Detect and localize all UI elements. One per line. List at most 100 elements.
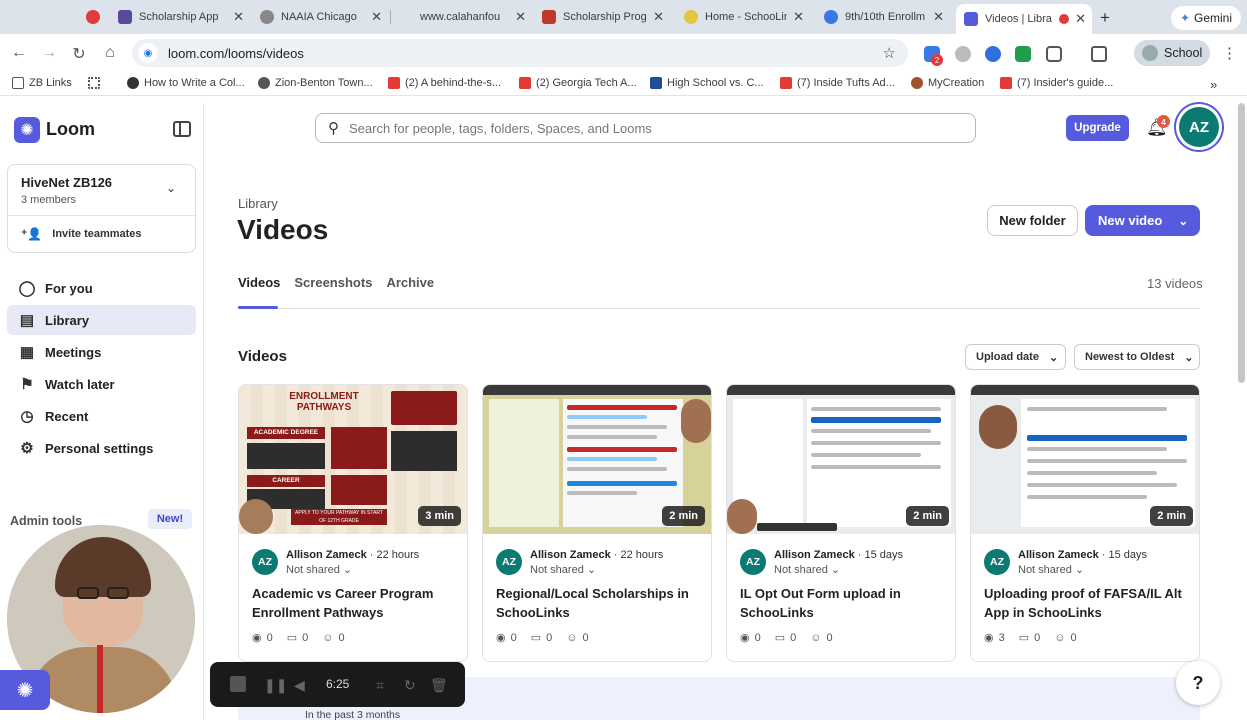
home-icon[interactable]: ⌂	[101, 44, 119, 62]
video-title[interactable]: Academic vs Career Program Enrollment Pa…	[252, 584, 457, 622]
sidebar-item-for-you[interactable]: ◯ For you	[7, 273, 196, 303]
video-stats: ◉ 0 ▭ 0 ☺ 0	[740, 631, 833, 645]
video-title[interactable]: IL Opt Out Form upload in SchooLinks	[740, 584, 945, 622]
video-title[interactable]: Regional/Local Scholarships in SchooLink…	[496, 584, 701, 622]
video-thumbnail[interactable]: ENROLLMENT PATHWAYS ACADEMIC DEGREE CARE…	[239, 385, 467, 534]
loom-record-icon[interactable]: ✺	[0, 670, 50, 710]
bookmark-item[interactable]: High School vs. C...	[650, 77, 764, 89]
collapse-sidebar-icon[interactable]	[173, 121, 191, 137]
workspace-switcher[interactable]: HiveNet ZB126 3 members ⌄ ⁺👤 Invite team…	[7, 164, 196, 253]
extension-icon[interactable]	[985, 46, 1001, 62]
puzzle-extensions-icon[interactable]	[1046, 46, 1062, 62]
address-bar[interactable]: ◉ loom.com/looms/videos ☆	[132, 39, 908, 67]
tab-label: Home - SchooLinks	[705, 11, 788, 23]
sharing-dropdown[interactable]: Not shared ⌄	[774, 563, 840, 576]
close-icon[interactable]: ✕	[233, 9, 244, 25]
reload-icon[interactable]: ↻	[70, 44, 88, 64]
sidebar-item-personal-settings[interactable]: ⚙ Personal settings	[7, 433, 196, 463]
pause-icon[interactable]: ❚❚	[264, 677, 287, 694]
sort-field-dropdown[interactable]: Upload date ⌄	[965, 344, 1066, 370]
mute-icon[interactable]: ◀	[294, 677, 305, 694]
more-bookmarks-icon[interactable]: »	[1210, 77, 1217, 92]
video-thumbnail[interactable]: 2 min	[727, 385, 955, 534]
upgrade-button[interactable]: Upgrade	[1066, 115, 1129, 141]
help-button[interactable]: ?	[1176, 661, 1220, 705]
sidebar-item-watch-later[interactable]: ⚑ Watch later	[7, 369, 196, 399]
apps-grid-icon[interactable]	[88, 77, 100, 89]
side-panel-icon[interactable]	[1091, 46, 1107, 62]
sharing-dropdown[interactable]: Not shared ⌄	[530, 563, 596, 576]
browser-tab-recording[interactable]	[78, 4, 106, 30]
browser-tab[interactable]: NAAIA Chicago ✕	[252, 4, 388, 30]
chevron-down-icon: ⌄	[830, 564, 841, 576]
bookmark-item[interactable]: MyCreation	[911, 77, 984, 89]
new-folder-button[interactable]: New folder	[987, 205, 1078, 236]
browser-tab[interactable]: www.calahanfou ✕	[412, 4, 532, 30]
page-scrollbar[interactable]	[1238, 103, 1245, 383]
extension-icon[interactable]	[955, 46, 971, 62]
tab-archive[interactable]: Archive	[386, 275, 434, 290]
close-icon[interactable]: ✕	[1075, 11, 1086, 27]
bookmark-item[interactable]: (2) A behind-the-s...	[388, 77, 501, 89]
browser-tab[interactable]: Scholarship Prog ✕	[534, 4, 670, 30]
video-thumbnail[interactable]: 2 min	[483, 385, 711, 534]
loom-logo-icon[interactable]: ✺	[14, 117, 40, 143]
tab-screenshots[interactable]: Screenshots	[294, 275, 372, 290]
sharing-status: Not shared	[530, 564, 584, 576]
close-icon[interactable]: ✕	[653, 9, 664, 25]
close-icon[interactable]: ✕	[793, 9, 804, 25]
bookmark-item[interactable]: (2) Georgia Tech A...	[519, 77, 637, 89]
browser-menu-icon[interactable]: ⋮	[1222, 44, 1237, 62]
close-icon[interactable]: ✕	[515, 9, 526, 25]
comment-icon: ▭	[530, 632, 542, 644]
gemini-button[interactable]: ✦ Gemini	[1171, 6, 1241, 30]
bookmark-item[interactable]: (7) Inside Tufts Ad...	[780, 77, 895, 89]
close-icon[interactable]: ✕	[371, 9, 382, 25]
browser-tab[interactable]: Scholarship App ✕	[110, 4, 250, 30]
site-info-icon[interactable]: ◉	[138, 43, 158, 63]
sharing-dropdown[interactable]: Not shared ⌄	[286, 563, 352, 576]
sidebar-item-library[interactable]: ▤ Library	[7, 305, 196, 335]
browser-tab[interactable]: 9th/10th Enrollm ✕	[816, 4, 950, 30]
forward-icon[interactable]: →	[40, 44, 58, 62]
back-icon[interactable]: ←	[10, 44, 28, 62]
sharing-dropdown[interactable]: Not shared ⌄	[1018, 563, 1084, 576]
video-card[interactable]: 2 min AZ Allison Zameck · 15 days Not sh…	[726, 384, 956, 662]
notification-count: 4	[1157, 115, 1170, 128]
bookmark-item[interactable]: Zion-Benton Town...	[258, 77, 373, 89]
profile-chip[interactable]: School	[1134, 40, 1210, 66]
video-card[interactable]: 2 min AZ Allison Zameck · 22 hours Not s…	[482, 384, 712, 662]
extension-icon[interactable]	[1015, 46, 1031, 62]
brand-name[interactable]: Loom	[46, 119, 95, 140]
browser-tab[interactable]: Home - SchooLinks ✕	[676, 4, 810, 30]
chevron-down-icon[interactable]: ⌄	[166, 181, 176, 195]
bookmark-item[interactable]: How to Write a Col...	[127, 77, 245, 89]
new-tab-icon[interactable]: +	[1100, 8, 1110, 28]
video-card[interactable]: ENROLLMENT PATHWAYS ACADEMIC DEGREE CARE…	[238, 384, 468, 662]
breadcrumb[interactable]: Library	[238, 196, 278, 211]
close-icon[interactable]: ✕	[933, 9, 944, 25]
drawing-icon[interactable]: ⌗	[376, 677, 384, 694]
new-video-button[interactable]: New video ⌄	[1085, 205, 1200, 236]
sort-order-dropdown[interactable]: Newest to Oldest ⌄	[1074, 344, 1200, 370]
bookmark-star-icon[interactable]: ☆	[883, 44, 896, 62]
video-title[interactable]: Uploading proof of FAFSA/IL Alt App in S…	[984, 584, 1189, 622]
bookmark-item[interactable]: (7) Insider's guide...	[1000, 77, 1113, 89]
sidebar-item-recent[interactable]: ◷ Recent	[7, 401, 196, 431]
restart-icon[interactable]: ↻	[404, 677, 416, 694]
chevron-down-icon[interactable]: ⌄	[1178, 214, 1188, 228]
browser-tab-active[interactable]: Videos | Libra ✕	[956, 4, 1092, 34]
video-card[interactable]: 2 min AZ Allison Zameck · 15 days Not sh…	[970, 384, 1200, 662]
video-thumbnail[interactable]: 2 min	[971, 385, 1199, 534]
avatar[interactable]: AZ	[1179, 107, 1219, 147]
trash-icon[interactable]: 🗑︎	[430, 677, 448, 694]
stop-icon[interactable]	[230, 676, 246, 692]
tab-videos[interactable]: Videos	[238, 275, 280, 290]
site-favicon-icon	[911, 77, 923, 89]
bookmark-label: (2) Georgia Tech A...	[536, 77, 637, 89]
invite-teammates-button[interactable]: ⁺👤 Invite teammates	[21, 227, 142, 241]
sidebar-item-meetings[interactable]: ▦ Meetings	[7, 337, 196, 367]
workspace-name: HiveNet ZB126	[21, 175, 113, 190]
bookmark-item[interactable]: ZB Links	[12, 77, 72, 89]
search-input[interactable]: ⚲ Search for people, tags, folders, Spac…	[315, 113, 976, 143]
